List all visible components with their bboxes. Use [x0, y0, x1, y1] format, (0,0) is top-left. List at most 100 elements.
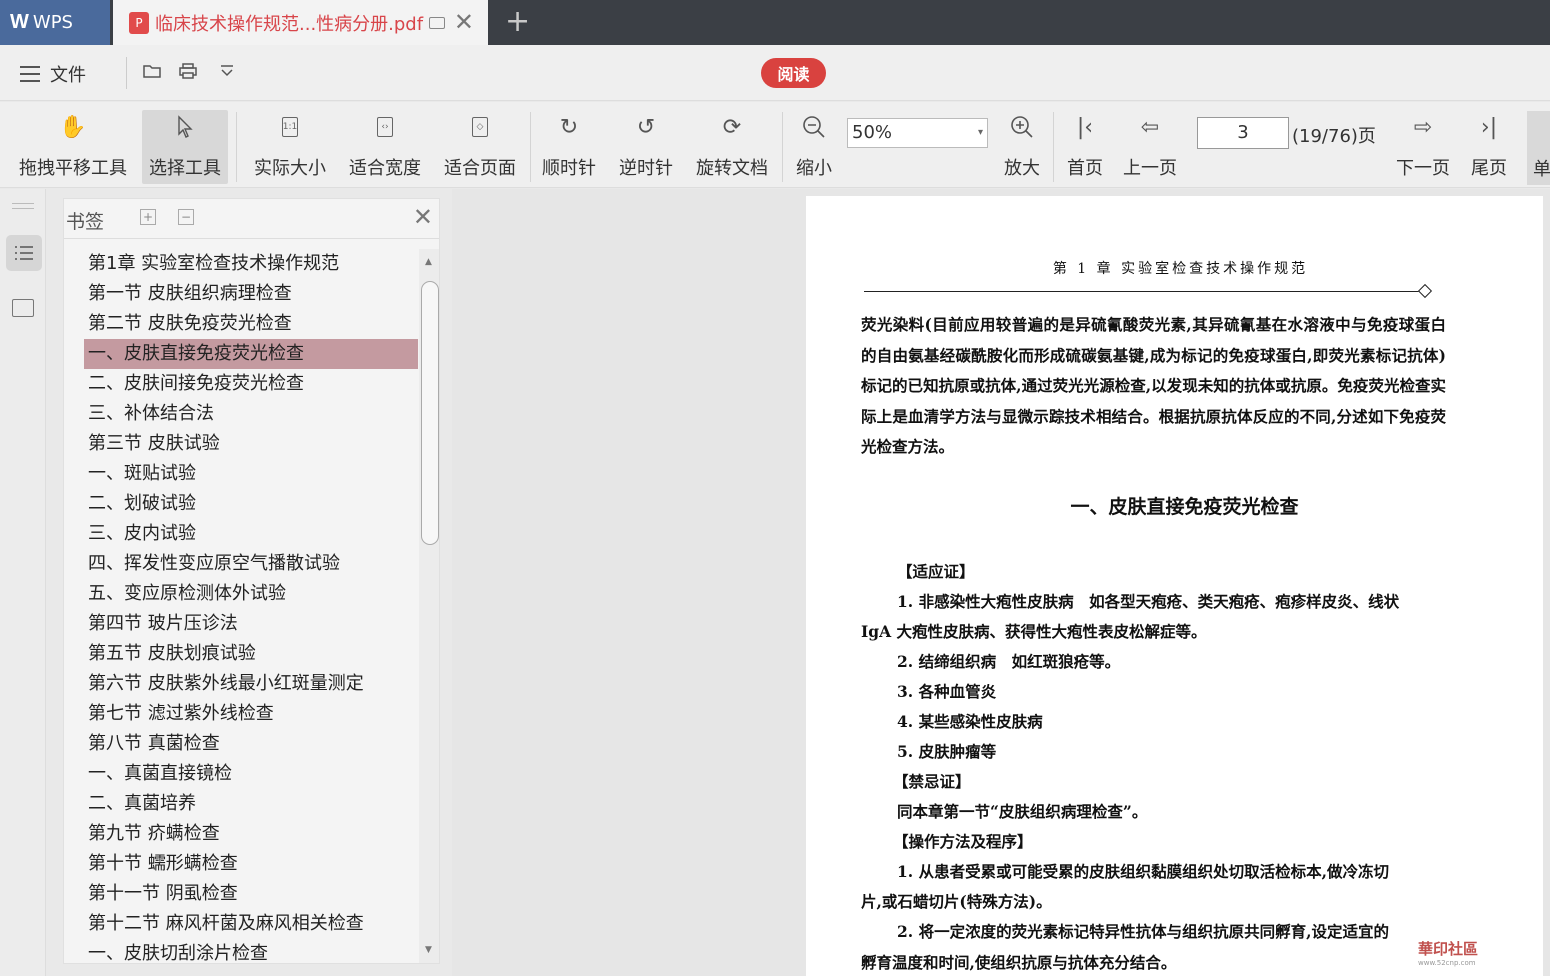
bookmark-list-button[interactable] — [6, 235, 42, 271]
pan-tool-label: 拖拽平移工具 — [19, 158, 127, 179]
menu-divider — [126, 57, 127, 89]
rotate-counterclockwise-icon: ↺ — [636, 114, 656, 140]
arrow-left-icon: ⇦ — [1140, 114, 1160, 140]
zoom-out-icon — [801, 110, 827, 144]
cursor-arrow-icon — [176, 110, 194, 144]
bookmark-item[interactable]: 第五节 皮肤划痕试验 — [84, 639, 418, 669]
rotate-clockwise-button[interactable]: ↻ 顺时针 — [538, 110, 600, 184]
bookmark-item[interactable]: 二、皮肤间接免疫荧光检查 — [84, 369, 418, 399]
single-page-button[interactable]: 单 — [1527, 111, 1550, 185]
bookmark-item[interactable]: 三、皮内试验 — [84, 519, 418, 549]
last-page-button[interactable]: ›| 尾页 — [1466, 110, 1512, 184]
bookmark-item[interactable]: 第三节 皮肤试验 — [84, 429, 418, 459]
watermark-url: www.52cnp.com — [1418, 959, 1476, 967]
pan-tool-button[interactable]: ✋ 拖拽平移工具 — [18, 110, 128, 184]
new-tab-icon[interactable]: + — [505, 4, 530, 39]
page-body-line: 同本章第一节“皮肤组织病理检查”。 — [897, 802, 1148, 821]
wps-home-tab[interactable]: W WPS — [0, 0, 110, 45]
scroll-up-icon[interactable]: ▲ — [425, 257, 432, 267]
open-folder-icon[interactable] — [143, 63, 161, 79]
rotate-counterclockwise-button[interactable]: ↺ 逆时针 — [615, 110, 677, 184]
rotate-document-button[interactable]: ⟳ 旋转文档 — [692, 110, 772, 184]
pdf-page: 第 1 章 实验室检查技术操作规范 荧光染料(目前应用较普遍的是异硫氰酸荧光素,… — [806, 196, 1543, 976]
quick-access-dropdown-icon[interactable] — [218, 63, 236, 79]
fit-page-button[interactable]: ◇ 适合页面 — [440, 110, 520, 184]
bookmark-item[interactable]: 五、变应原检测体外试验 — [84, 579, 418, 609]
previous-page-button[interactable]: ⇦ 上一页 — [1120, 110, 1180, 184]
wps-logo-icon: W — [10, 11, 29, 33]
document-tab[interactable]: P 临床技术操作规范...性病分册.pdf ✕ — [113, 0, 488, 45]
fit-width-icon: ‹› — [377, 117, 393, 137]
zoom-level-select[interactable]: 50% ▾ — [847, 118, 988, 148]
bookmark-item[interactable]: 一、斑贴试验 — [84, 459, 418, 489]
bookmark-item[interactable]: 第四节 玻片压诊法 — [84, 609, 418, 639]
collapse-all-icon[interactable]: − — [178, 209, 194, 225]
file-menu-button[interactable]: 文件 — [20, 61, 86, 87]
bookmark-item[interactable]: 一、真菌直接镜检 — [84, 759, 418, 789]
rotate-document-label: 旋转文档 — [696, 158, 768, 179]
bookmark-panel-header: 书签 + − ✕ — [64, 199, 439, 239]
first-page-button[interactable]: |‹ 首页 — [1062, 110, 1108, 184]
bookmark-item[interactable]: 第七节 滤过紫外线检查 — [84, 699, 418, 729]
bookmark-item[interactable]: 一、皮肤直接免疫荧光检查 — [84, 339, 418, 369]
zoom-out-button[interactable]: 缩小 — [792, 110, 836, 184]
header-rule — [864, 291, 1424, 292]
bookmark-item[interactable]: 第十节 蠕形螨检查 — [84, 849, 418, 879]
bookmark-item[interactable]: 第十二节 麻风杆菌及麻风相关检查 — [84, 909, 418, 939]
page-body-line: 5. 皮肤肿瘤等 — [897, 742, 997, 761]
app-name: WPS — [32, 12, 73, 33]
toolbar-divider — [236, 112, 237, 182]
page-body-line: IgA 大疱性皮肤病、获得性大疱性表皮松解症等。 — [861, 622, 1207, 641]
bookmark-item[interactable]: 第九节 疥螨检查 — [84, 819, 418, 849]
bookmark-item[interactable]: 第1章 实验室检查技术操作规范 — [84, 249, 418, 279]
next-page-label: 下一页 — [1396, 158, 1450, 179]
fit-width-button[interactable]: ‹› 适合宽度 — [345, 110, 425, 184]
page-number-input[interactable]: 3 — [1197, 117, 1289, 149]
hamburger-menu-icon — [20, 66, 40, 82]
rotate-document-icon: ⟳ — [722, 114, 742, 140]
navigation-rail — [0, 189, 46, 976]
rotate-counterclockwise-label: 逆时针 — [619, 158, 673, 179]
read-mode-button[interactable]: 阅读 — [761, 58, 826, 88]
print-icon[interactable] — [179, 63, 197, 79]
zoom-in-button[interactable]: 放大 — [1000, 110, 1044, 184]
select-tool-button[interactable]: 选择工具 — [142, 110, 228, 184]
bookmark-item[interactable]: 四、挥发性变应原空气播散试验 — [84, 549, 418, 579]
thumbnail-image-icon[interactable] — [12, 299, 34, 317]
arrow-right-icon: ⇨ — [1413, 114, 1433, 140]
list-icon — [15, 246, 33, 260]
rotate-clockwise-label: 顺时针 — [542, 158, 596, 179]
page-body-line: 3. 各种血管炎 — [897, 682, 997, 701]
bookmark-item[interactable]: 第一节 皮肤组织病理检查 — [84, 279, 418, 309]
bookmark-item[interactable]: 二、划破试验 — [84, 489, 418, 519]
dropdown-arrow-icon: ▾ — [977, 127, 983, 138]
bookmark-item[interactable]: 一、皮肤切刮涂片检查 — [84, 939, 418, 969]
bookmark-panel-title: 书签 — [66, 211, 105, 233]
bookmark-item[interactable]: 第八节 真菌检查 — [84, 729, 418, 759]
next-page-button[interactable]: ⇨ 下一页 — [1393, 110, 1453, 184]
monitor-icon[interactable] — [429, 16, 446, 29]
bookmark-scrollbar[interactable]: ▲ ▼ — [419, 249, 439, 963]
bookmark-item[interactable]: 第六节 皮肤紫外线最小红斑量测定 — [84, 669, 418, 699]
header-diamond-ornament — [1417, 283, 1433, 299]
page-body-line: 【操作方法及程序】 — [893, 832, 1033, 851]
pdf-file-icon: P — [129, 11, 149, 34]
rail-grip-icon[interactable] — [12, 203, 34, 209]
scrollbar-thumb[interactable] — [421, 281, 439, 545]
toolbar-divider — [530, 112, 531, 182]
actual-size-button[interactable]: 1:1 实际大小 — [250, 110, 330, 184]
watermark-text: 華印社區 — [1418, 940, 1479, 958]
title-bar: W WPS P 临床技术操作规范...性病分册.pdf ✕ + — [0, 0, 1550, 45]
close-tab-icon[interactable]: ✕ — [454, 8, 474, 36]
expand-all-icon[interactable]: + — [140, 209, 156, 225]
close-panel-icon[interactable]: ✕ — [413, 203, 433, 231]
single-page-label: 单 — [1533, 159, 1550, 180]
bookmark-item[interactable]: 第二节 皮肤免疫荧光检查 — [84, 309, 418, 339]
bookmark-item[interactable]: 三、补体结合法 — [84, 399, 418, 429]
document-tab-title: 临床技术操作规范...性病分册.pdf — [155, 13, 424, 35]
bookmark-item[interactable]: 二、真菌培养 — [84, 789, 418, 819]
bookmark-item[interactable]: 第十一节 阴虱检查 — [84, 879, 418, 909]
scroll-down-icon[interactable]: ▼ — [425, 945, 432, 955]
file-menu-label: 文件 — [50, 65, 86, 86]
section-heading: 一、皮肤直接免疫荧光检查 — [1070, 496, 1299, 518]
